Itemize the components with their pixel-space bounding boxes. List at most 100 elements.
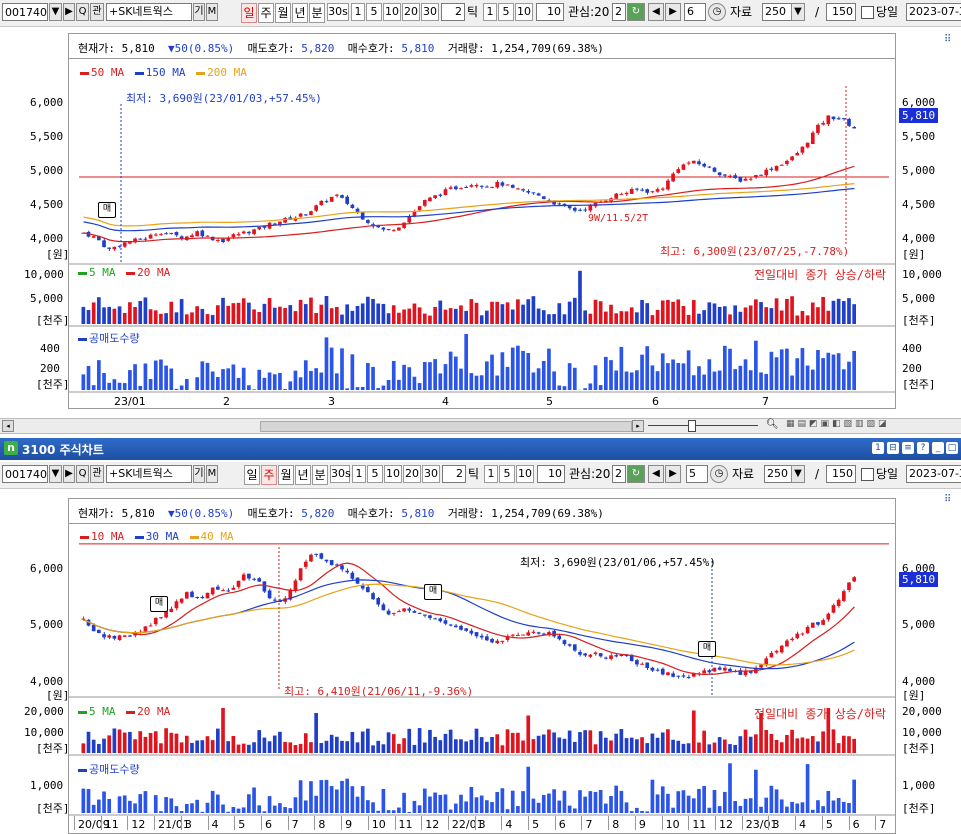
minute-30-button[interactable]: 30 bbox=[421, 3, 439, 21]
scroll-left-icon[interactable]: ◂ bbox=[2, 420, 14, 432]
view-count-input[interactable]: 150 bbox=[826, 3, 856, 21]
data-count-select[interactable]: 250 bbox=[762, 3, 792, 21]
code-next-button-2[interactable]: ▶ bbox=[63, 465, 75, 483]
window-number-button[interactable]: 1 bbox=[872, 442, 884, 454]
code-dropdown-button-2[interactable]: ▼ bbox=[49, 465, 62, 483]
scroll-thumb[interactable] bbox=[260, 421, 632, 432]
tab-minute-2[interactable]: 분 bbox=[312, 465, 328, 485]
window-split-icon[interactable]: ⊟ bbox=[887, 442, 899, 454]
info-button[interactable]: 기 bbox=[193, 3, 205, 21]
watchlist-button-2[interactable]: 관 bbox=[90, 465, 104, 483]
tick-1-button[interactable]: 1 bbox=[483, 3, 497, 21]
short-sell-bar bbox=[676, 362, 681, 390]
tab-weekly-2[interactable]: 주 bbox=[261, 465, 277, 485]
zoom-slider-track[interactable] bbox=[648, 425, 758, 426]
short-sell-bar bbox=[241, 807, 246, 813]
short-sell-bar bbox=[345, 388, 350, 390]
stock-name-field-2[interactable]: +SK네트웍스 bbox=[106, 465, 192, 483]
window-menu-icon[interactable]: ≡ bbox=[902, 442, 914, 454]
volume-bar bbox=[785, 734, 789, 753]
menu-button-2[interactable]: M bbox=[206, 465, 218, 483]
code-dropdown-button[interactable]: ▼ bbox=[49, 3, 62, 21]
tab-monthly[interactable]: 월 bbox=[275, 3, 291, 23]
minute-5-button[interactable]: 5 bbox=[366, 3, 382, 21]
menu-button[interactable]: M bbox=[206, 3, 218, 21]
prev-button-2[interactable]: ◀ bbox=[648, 465, 664, 483]
minute-1-button[interactable]: 1 bbox=[351, 3, 365, 21]
today-checkbox[interactable] bbox=[861, 6, 874, 19]
info-button-2[interactable]: 기 bbox=[193, 465, 205, 483]
prev-button[interactable]: ◀ bbox=[648, 3, 664, 21]
search-icon[interactable]: Q bbox=[76, 3, 89, 21]
tab-daily[interactable]: 일 bbox=[241, 3, 257, 23]
candle bbox=[402, 608, 406, 612]
refresh-icon[interactable]: ↻ bbox=[627, 3, 645, 21]
window-minimize-icon[interactable]: _ bbox=[932, 442, 944, 454]
watch-input-2[interactable]: 2 bbox=[612, 465, 626, 483]
volume-bar bbox=[107, 306, 112, 324]
zoom-icon[interactable]: 🔍︎ bbox=[766, 419, 779, 430]
watch-input[interactable]: 2 bbox=[612, 3, 626, 21]
minute-20-button-2[interactable]: 20 bbox=[403, 465, 421, 483]
tick-10-button[interactable]: 10 bbox=[515, 3, 533, 21]
minute-20-button[interactable]: 20 bbox=[402, 3, 420, 21]
page-input-2[interactable]: 5 bbox=[686, 465, 708, 483]
code-next-button[interactable]: ▶ bbox=[63, 3, 75, 21]
chart-tool-icons[interactable]: ▦▤◩▣◧▧▥▨◪ bbox=[786, 419, 890, 429]
minute-10-button-2[interactable]: 10 bbox=[384, 465, 402, 483]
tick-count-input[interactable]: 10 bbox=[536, 3, 564, 21]
stock-code-input-2[interactable]: 001740 bbox=[2, 465, 48, 483]
short-sell-bar bbox=[557, 385, 562, 390]
clock-icon[interactable]: ◷ bbox=[708, 3, 726, 21]
short-sell-bar bbox=[391, 360, 396, 390]
minute-select[interactable]: 30s bbox=[327, 3, 349, 21]
page-input[interactable]: 6 bbox=[684, 3, 706, 21]
clock-icon-2[interactable]: ◷ bbox=[710, 465, 728, 483]
stock-code-input[interactable]: 001740 bbox=[2, 3, 48, 21]
date-input[interactable]: 2023-07-3 bbox=[906, 3, 961, 21]
tick-5-button[interactable]: 5 bbox=[498, 3, 514, 21]
data-label-2: 자료 bbox=[732, 467, 755, 481]
bottom-chart-area[interactable] bbox=[68, 498, 896, 834]
minute-30-button-2[interactable]: 30 bbox=[422, 465, 440, 483]
grip-icon-2[interactable]: ⠿ bbox=[944, 494, 951, 505]
data-count-select-2[interactable]: 250 bbox=[764, 465, 792, 483]
candle bbox=[510, 634, 515, 636]
tick-5-button-2[interactable]: 5 bbox=[499, 465, 515, 483]
refresh-icon-2[interactable]: ↻ bbox=[627, 465, 645, 483]
view-count-input-2[interactable]: 150 bbox=[826, 465, 856, 483]
date-input-2[interactable]: 2023-07-3 bbox=[906, 465, 961, 483]
tick-input-2[interactable]: 2 bbox=[442, 465, 466, 483]
tab-minute[interactable]: 분 bbox=[309, 3, 325, 23]
tick-input[interactable]: 2 bbox=[441, 3, 465, 21]
minute-10-button[interactable]: 10 bbox=[383, 3, 401, 21]
tick-1-button-2[interactable]: 1 bbox=[484, 465, 498, 483]
minute-5-button-2[interactable]: 5 bbox=[367, 465, 383, 483]
tab-monthly-2[interactable]: 월 bbox=[278, 465, 294, 485]
grip-icon[interactable]: ⠿ bbox=[944, 34, 951, 45]
watchlist-button[interactable]: 관 bbox=[90, 3, 104, 21]
tab-yearly[interactable]: 년 bbox=[292, 3, 308, 23]
zoom-slider-handle[interactable] bbox=[688, 420, 696, 432]
tab-daily-2[interactable]: 일 bbox=[244, 465, 260, 485]
chevron-down-icon-2[interactable]: ▼ bbox=[791, 465, 805, 483]
tick-count-input-2[interactable]: 10 bbox=[537, 465, 565, 483]
window-maximize-icon[interactable]: □ bbox=[946, 442, 958, 454]
minute-1-button-2[interactable]: 1 bbox=[352, 465, 366, 483]
tab-weekly[interactable]: 주 bbox=[258, 3, 274, 23]
short-sell-bar bbox=[334, 373, 339, 390]
today-checkbox-2[interactable] bbox=[861, 468, 874, 481]
scroll-right-icon[interactable]: ▸ bbox=[632, 420, 644, 432]
stock-name-field[interactable]: +SK네트웍스 bbox=[106, 3, 192, 21]
horizontal-scrollbar[interactable]: ◂ ▸ 🔍︎ ▦▤◩▣◧▧▥▨◪ bbox=[0, 418, 961, 434]
minute-select-2[interactable]: 30s bbox=[330, 465, 351, 483]
short-sell-bar bbox=[841, 369, 846, 390]
next-button-2[interactable]: ▶ bbox=[665, 465, 681, 483]
window-help-icon[interactable]: ? bbox=[917, 442, 929, 454]
chevron-down-icon[interactable]: ▼ bbox=[791, 3, 805, 21]
tab-yearly-2[interactable]: 년 bbox=[295, 465, 311, 485]
tick-10-button-2[interactable]: 10 bbox=[516, 465, 534, 483]
search-icon-2[interactable]: Q bbox=[76, 465, 89, 483]
short-sell-bar bbox=[350, 786, 355, 813]
next-button[interactable]: ▶ bbox=[665, 3, 681, 21]
